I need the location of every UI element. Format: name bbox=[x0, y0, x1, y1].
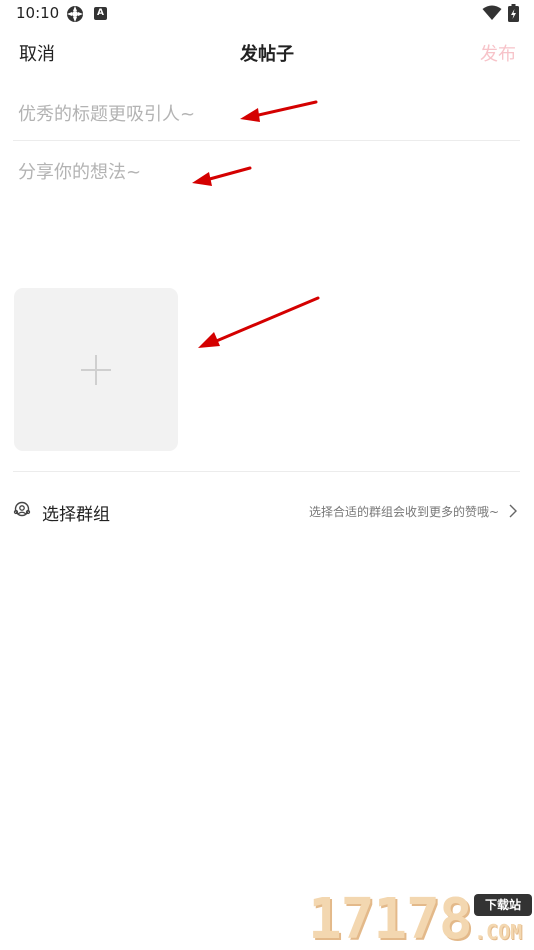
select-group-row[interactable]: 选择群组 选择合适的群组会收到更多的赞哦~ bbox=[0, 490, 534, 534]
plus-icon-vertical bbox=[95, 355, 97, 385]
status-bar: 10:10 A bbox=[0, 0, 534, 28]
watermark-logo: 17178 下载站 .COM bbox=[308, 888, 534, 950]
watermark-suffix: .COM bbox=[474, 920, 523, 944]
watermark-digits: 17178 bbox=[308, 887, 473, 950]
chevron-right-icon bbox=[509, 504, 517, 518]
page-title: 发帖子 bbox=[240, 44, 294, 65]
annotation-arrow-image bbox=[198, 296, 320, 348]
annotation-arrow-content bbox=[192, 166, 252, 186]
settings-icon bbox=[67, 6, 83, 22]
publish-button[interactable]: 发布 bbox=[480, 40, 516, 66]
select-group-hint: 选择合适的群组会收到更多的赞哦~ bbox=[308, 505, 499, 519]
title-divider bbox=[13, 140, 520, 141]
select-group-label: 选择群组 bbox=[42, 505, 110, 525]
group-icon bbox=[13, 501, 31, 517]
wifi-icon bbox=[482, 5, 502, 20]
add-image-button[interactable] bbox=[14, 288, 178, 451]
post-content-input[interactable] bbox=[18, 158, 508, 268]
annotation-arrow-title bbox=[240, 100, 318, 122]
battery-icon bbox=[508, 4, 519, 22]
title-bar: 取消 发帖子 发布 bbox=[0, 30, 534, 74]
status-time: 10:10 bbox=[16, 4, 60, 22]
media-divider bbox=[13, 471, 520, 472]
watermark-badge: 下载站 bbox=[474, 894, 532, 916]
a-badge-icon: A bbox=[94, 7, 107, 20]
